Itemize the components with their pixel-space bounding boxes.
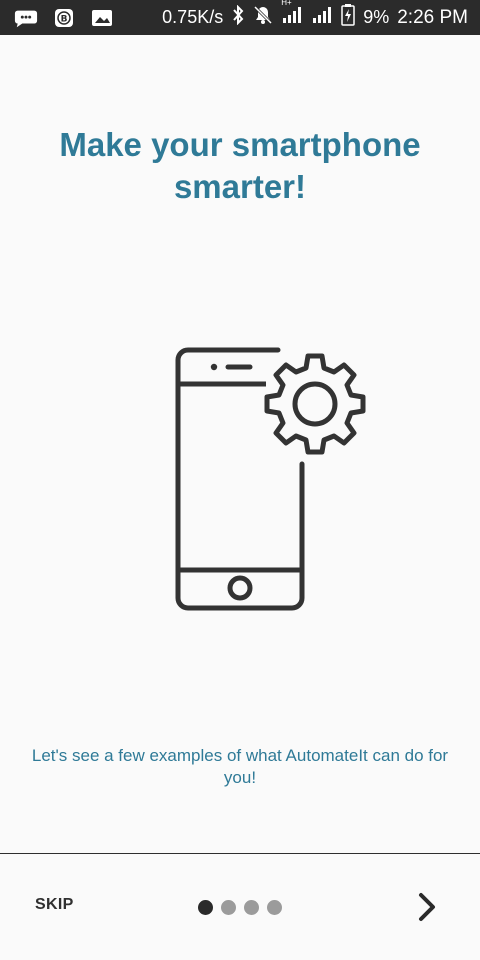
bitcoin-icon: B — [52, 8, 76, 28]
page-title: Make your smartphone smarter! — [0, 124, 480, 208]
title-line-2: smarter! — [173, 168, 307, 205]
page-dot — [244, 900, 259, 915]
image-icon — [90, 8, 114, 28]
status-bar: B 0.75K/s H+ 9% 2:26 PM — [0, 0, 480, 35]
skip-button[interactable]: SKIP — [35, 896, 74, 914]
network-type-label: H+ — [281, 0, 292, 7]
page-indicator — [198, 900, 282, 915]
clock: 2:26 PM — [397, 6, 468, 28]
bluetooth-icon — [231, 4, 245, 30]
phone-settings-icon — [175, 347, 366, 611]
signal-icon: H+ — [281, 0, 303, 29]
chevron-right-icon — [419, 893, 435, 921]
title-line-1: Make your smartphone — [59, 126, 421, 163]
page-dot-active — [198, 900, 213, 915]
svg-text:B: B — [61, 14, 68, 24]
battery-percent: 9% — [363, 7, 390, 27]
status-bar-right: 0.75K/s H+ 9% 2:26 PM — [162, 0, 468, 35]
notifications-off-icon — [253, 5, 273, 30]
page-dot — [267, 900, 282, 915]
battery-charging-icon — [341, 4, 355, 31]
signal-icon — [311, 6, 333, 29]
page-dot — [221, 900, 236, 915]
footer-divider — [0, 853, 480, 854]
next-button[interactable] — [412, 890, 442, 924]
network-speed: 0.75K/s — [162, 7, 224, 27]
onboarding-description: Let's see a few examples of what Automat… — [31, 746, 449, 787]
message-icon — [14, 8, 38, 28]
status-bar-left: B — [14, 0, 114, 35]
